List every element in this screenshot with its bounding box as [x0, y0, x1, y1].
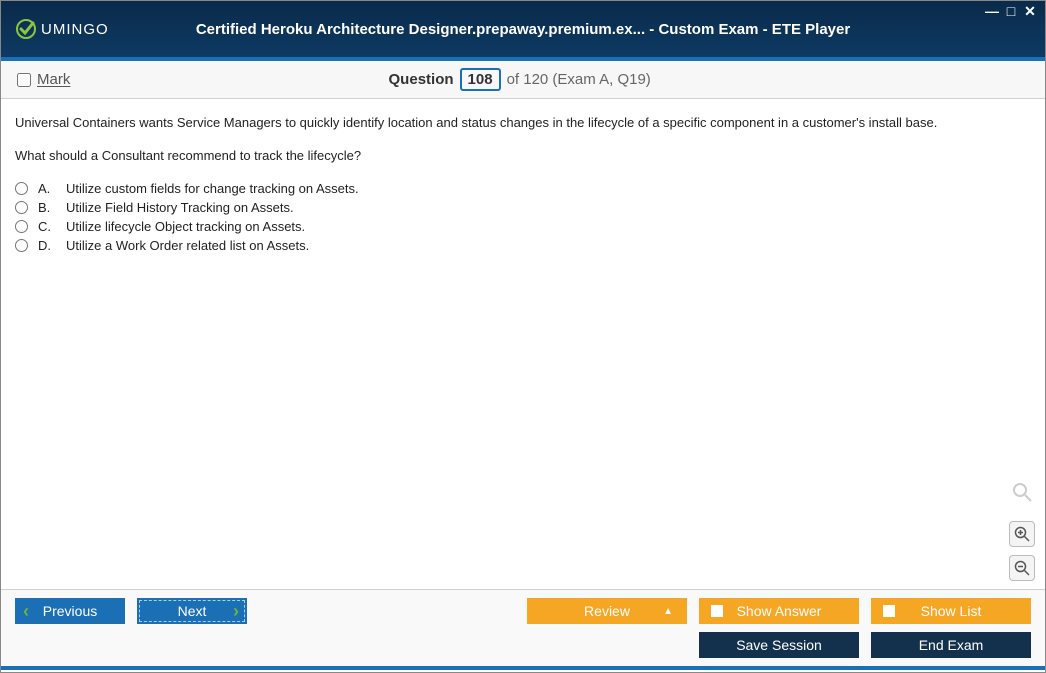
- mark-label: Mark: [37, 71, 70, 88]
- option-a[interactable]: A. Utilize custom fields for change trac…: [15, 181, 1031, 196]
- previous-button[interactable]: Previous: [15, 598, 125, 624]
- option-c[interactable]: C. Utilize lifecycle Object tracking on …: [15, 219, 1031, 234]
- option-c-text: Utilize lifecycle Object tracking on Ass…: [66, 219, 305, 234]
- logo-text: UMINGO: [41, 21, 109, 38]
- review-label: Review: [584, 603, 630, 619]
- option-c-radio[interactable]: [15, 220, 28, 233]
- logo-check-icon: [15, 18, 37, 40]
- answer-options: A. Utilize custom fields for change trac…: [15, 181, 1031, 253]
- review-button[interactable]: Review ▲: [527, 598, 687, 624]
- question-text-1: Universal Containers wants Service Manag…: [15, 115, 1031, 130]
- question-content: Universal Containers wants Service Manag…: [1, 99, 1045, 589]
- mark-checkbox-group[interactable]: Mark: [17, 71, 70, 88]
- title-bar: UMINGO Certified Heroku Architecture Des…: [1, 1, 1045, 61]
- option-d-radio[interactable]: [15, 239, 28, 252]
- window-controls: — □ ✕: [983, 3, 1039, 19]
- show-list-label: Show List: [921, 603, 982, 619]
- end-exam-button[interactable]: End Exam: [871, 632, 1031, 658]
- bottom-accent: [1, 666, 1045, 670]
- option-b-text: Utilize Field History Tracking on Assets…: [66, 200, 294, 215]
- option-a-radio[interactable]: [15, 182, 28, 195]
- app-logo: UMINGO: [15, 18, 109, 40]
- window-title: Certified Heroku Architecture Designer.p…: [196, 21, 850, 38]
- mark-checkbox[interactable]: [17, 73, 31, 87]
- maximize-icon[interactable]: □: [1002, 3, 1020, 19]
- option-c-letter: C.: [38, 219, 56, 234]
- option-d[interactable]: D. Utilize a Work Order related list on …: [15, 238, 1031, 253]
- footer: Previous Next Review ▲ Show Answer Show …: [1, 589, 1045, 666]
- option-b-letter: B.: [38, 200, 56, 215]
- zoom-in-icon[interactable]: [1009, 521, 1035, 547]
- show-answer-label: Show Answer: [737, 603, 822, 619]
- question-indicator: Question 108 of 120 (Exam A, Q19): [70, 68, 969, 91]
- chevron-up-icon: ▲: [663, 606, 673, 617]
- option-d-letter: D.: [38, 238, 56, 253]
- show-answer-check-icon: [711, 605, 723, 617]
- close-icon[interactable]: ✕: [1021, 3, 1039, 19]
- zoom-out-icon[interactable]: [1009, 555, 1035, 581]
- show-list-check-icon: [883, 605, 895, 617]
- question-bar: Mark Question 108 of 120 (Exam A, Q19): [1, 61, 1045, 99]
- question-label: Question: [389, 71, 454, 88]
- next-button[interactable]: Next: [137, 598, 247, 624]
- option-b[interactable]: B. Utilize Field History Tracking on Ass…: [15, 200, 1031, 215]
- zoom-tools: [1009, 481, 1035, 581]
- search-icon[interactable]: [1011, 481, 1033, 509]
- minimize-icon[interactable]: —: [983, 3, 1001, 19]
- question-of-text: of 120 (Exam A, Q19): [507, 71, 651, 88]
- question-text-2: What should a Consultant recommend to tr…: [15, 148, 1031, 163]
- option-a-letter: A.: [38, 181, 56, 196]
- option-a-text: Utilize custom fields for change trackin…: [66, 181, 359, 196]
- save-session-button[interactable]: Save Session: [699, 632, 859, 658]
- show-list-button[interactable]: Show List: [871, 598, 1031, 624]
- show-answer-button[interactable]: Show Answer: [699, 598, 859, 624]
- option-d-text: Utilize a Work Order related list on Ass…: [66, 238, 309, 253]
- question-number: 108: [460, 68, 501, 91]
- option-b-radio[interactable]: [15, 201, 28, 214]
